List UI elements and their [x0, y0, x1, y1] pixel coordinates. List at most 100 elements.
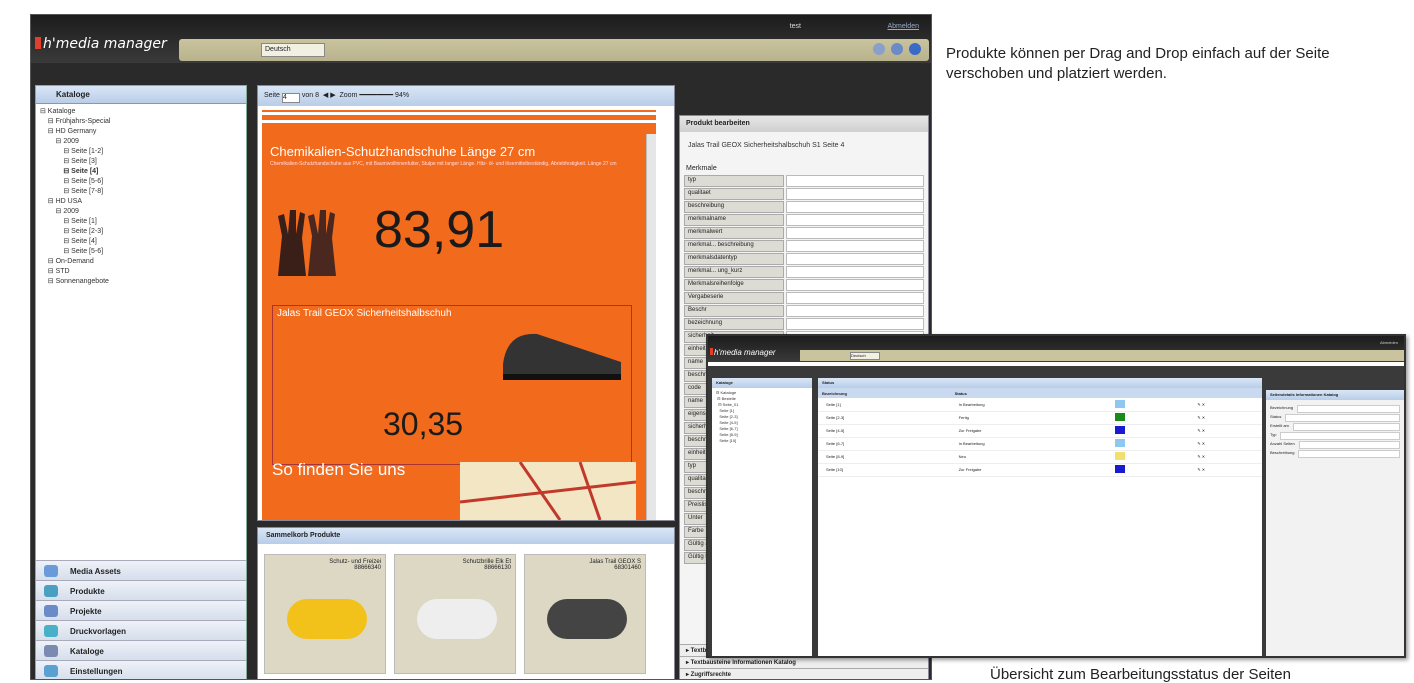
search-icon[interactable]: [873, 43, 885, 55]
sidebar-item[interactable]: Druckvorlagen: [36, 620, 246, 640]
tree-node[interactable]: ⊟ Sonnenangebote: [40, 277, 242, 287]
product-title[interactable]: Chemikalien-Schutzhandschuhe Länge 27 cm: [270, 144, 535, 159]
sidebar-item-label: Kataloge: [70, 647, 104, 656]
zoom-slider[interactable]: ━━━━━━━━: [359, 92, 393, 99]
table-row[interactable]: Seite [10] Zur Freigabe ✎ ✕: [818, 463, 1262, 477]
tree-node[interactable]: ⊟ HD Germany: [40, 127, 242, 137]
field-input[interactable]: [786, 188, 924, 200]
catalog-panel-header[interactable]: Kataloge: [36, 86, 246, 104]
field-input[interactable]: [786, 201, 924, 213]
row-status: Fertig: [950, 411, 1107, 425]
tree-node[interactable]: ⊟ Seite [7-8]: [40, 187, 242, 197]
tree-node[interactable]: ⊟ STD: [40, 267, 242, 277]
tree-node[interactable]: ⊟ Seite [5-6]: [40, 247, 242, 257]
tree-node[interactable]: ⊟ Seite [1]: [40, 217, 242, 227]
nav-icon: [44, 625, 58, 637]
field-input[interactable]: [786, 227, 924, 239]
table-row[interactable]: Seite [4-5] Zur Freigabe ✎ ✕: [818, 424, 1262, 438]
field-input[interactable]: [786, 253, 924, 265]
sidebar-item[interactable]: Projekte: [36, 600, 246, 620]
prev-page-icon[interactable]: ◀: [323, 92, 328, 99]
tree-node[interactable]: ⊟ 2009: [40, 207, 242, 217]
tree-node[interactable]: ⊟ Frühjahrs-Special: [40, 117, 242, 127]
inset-language-select[interactable]: Deutsch: [850, 352, 880, 360]
field-input[interactable]: [786, 279, 924, 291]
sidebar-item[interactable]: Einstellungen: [36, 660, 246, 679]
field-input[interactable]: [786, 305, 924, 317]
price-gloves[interactable]: 83,91: [374, 200, 504, 260]
row-actions[interactable]: ✎ ✕: [1189, 424, 1262, 438]
row-actions[interactable]: ✎ ✕: [1189, 398, 1262, 412]
row-name: Seite [2-3]: [818, 411, 951, 425]
product-edit-header[interactable]: Produkt bearbeiten: [680, 116, 928, 132]
field-input[interactable]: [786, 292, 924, 304]
detail-row: Bezeichnung: [1270, 405, 1400, 413]
inset-logout[interactable]: Abmelden: [1380, 340, 1398, 345]
row-color: [1106, 437, 1190, 451]
basket-header[interactable]: Sammelkorb Produkte: [258, 528, 674, 544]
inset-control-bar: Deutsch: [800, 350, 1404, 361]
tree-node[interactable]: ⊟ Seite [2-3]: [40, 227, 242, 237]
price-shoe: 30,35: [383, 406, 464, 442]
field-input[interactable]: [786, 318, 924, 330]
field-input[interactable]: [786, 266, 924, 278]
tree-node[interactable]: ⊟ Seite [3]: [40, 157, 242, 167]
row-actions[interactable]: ✎ ✕: [1189, 463, 1262, 477]
detail-label: Erstellt am: [1270, 423, 1289, 428]
field-row: merkmal... ung_kurz: [684, 266, 924, 278]
tree-node[interactable]: ⊟ Seite [5-6]: [40, 177, 242, 187]
nav-icon: [44, 645, 58, 657]
field-row: bezeichnung: [684, 318, 924, 330]
nav-icon: [44, 585, 58, 597]
sidebar-item-label: Produkte: [70, 587, 105, 596]
sidebar-item[interactable]: Media Assets: [36, 560, 246, 580]
sidebar-item[interactable]: Kataloge: [36, 640, 246, 660]
refresh-icon[interactable]: [891, 43, 903, 55]
detail-input[interactable]: [1292, 423, 1400, 431]
tree-node[interactable]: ⊟ Seite [1-2]: [40, 147, 242, 157]
divider: [262, 112, 656, 115]
row-color: [1106, 450, 1190, 464]
row-actions[interactable]: ✎ ✕: [1189, 450, 1262, 464]
accordion-section[interactable]: ▸ Zugriffsrechte: [680, 668, 928, 679]
vertical-scrollbar[interactable]: [646, 134, 656, 520]
field-input[interactable]: [786, 240, 924, 252]
page-number-input[interactable]: 4: [281, 93, 300, 103]
row-name: Seite [8-9]: [818, 450, 951, 464]
sidebar-item[interactable]: Produkte: [36, 580, 246, 600]
table-row[interactable]: Seite [1] In Bearbeitung ✎ ✕: [818, 398, 1262, 412]
basket-card[interactable]: Schutzbrille Elk Et 88666130: [394, 554, 516, 674]
field-input[interactable]: [786, 214, 924, 226]
row-actions[interactable]: ✎ ✕: [1189, 437, 1262, 451]
detail-input[interactable]: [1298, 441, 1400, 449]
shoe-product-box[interactable]: Jalas Trail GEOX Sicherheitshalbschuh 30…: [272, 305, 632, 465]
detail-input[interactable]: [1285, 414, 1400, 422]
field-input[interactable]: [786, 175, 924, 187]
page-toolbar: Seite 4 von 8 ◀ ▶ Zoom ━━━━━━━━ 94%: [258, 86, 674, 106]
table-row[interactable]: Seite [8-9] Neu ✎ ✕: [818, 450, 1262, 464]
field-label: qualitaet: [684, 188, 784, 200]
language-select[interactable]: Deutsch: [261, 43, 325, 57]
detail-input[interactable]: [1280, 432, 1400, 440]
row-status: In Bearbeitung: [950, 437, 1107, 451]
basket-card[interactable]: Jalas Trail GEOX S 68301460: [524, 554, 646, 674]
help-icon[interactable]: [909, 43, 921, 55]
card-code: 68301460: [614, 565, 641, 571]
tree-node[interactable]: ⊟ HD USA: [40, 197, 242, 207]
basket-card[interactable]: Schutz- und Freizei 88666340: [264, 554, 386, 674]
tree-node[interactable]: ⊟ Kataloge: [40, 107, 242, 117]
logout-link[interactable]: Abmelden: [887, 23, 919, 30]
tree-node[interactable]: ⊟ Seite [4]: [40, 167, 242, 177]
table-row[interactable]: Seite [6-7] In Bearbeitung ✎ ✕: [818, 437, 1262, 451]
status-swatch: [1114, 439, 1125, 447]
tree-node[interactable]: ⊟ On-Demand: [40, 257, 242, 267]
table-row[interactable]: Seite [2-3] Fertig ✎ ✕: [818, 411, 1262, 425]
tree-node[interactable]: ⊟ Seite [4]: [40, 237, 242, 247]
row-color: [1106, 463, 1190, 477]
next-page-icon[interactable]: ▶: [330, 92, 335, 99]
row-actions[interactable]: ✎ ✕: [1189, 411, 1262, 425]
tree-node[interactable]: ⊟ 2009: [40, 137, 242, 147]
detail-input[interactable]: [1297, 405, 1400, 413]
glove-image[interactable]: [272, 206, 342, 280]
detail-input[interactable]: [1298, 450, 1400, 458]
